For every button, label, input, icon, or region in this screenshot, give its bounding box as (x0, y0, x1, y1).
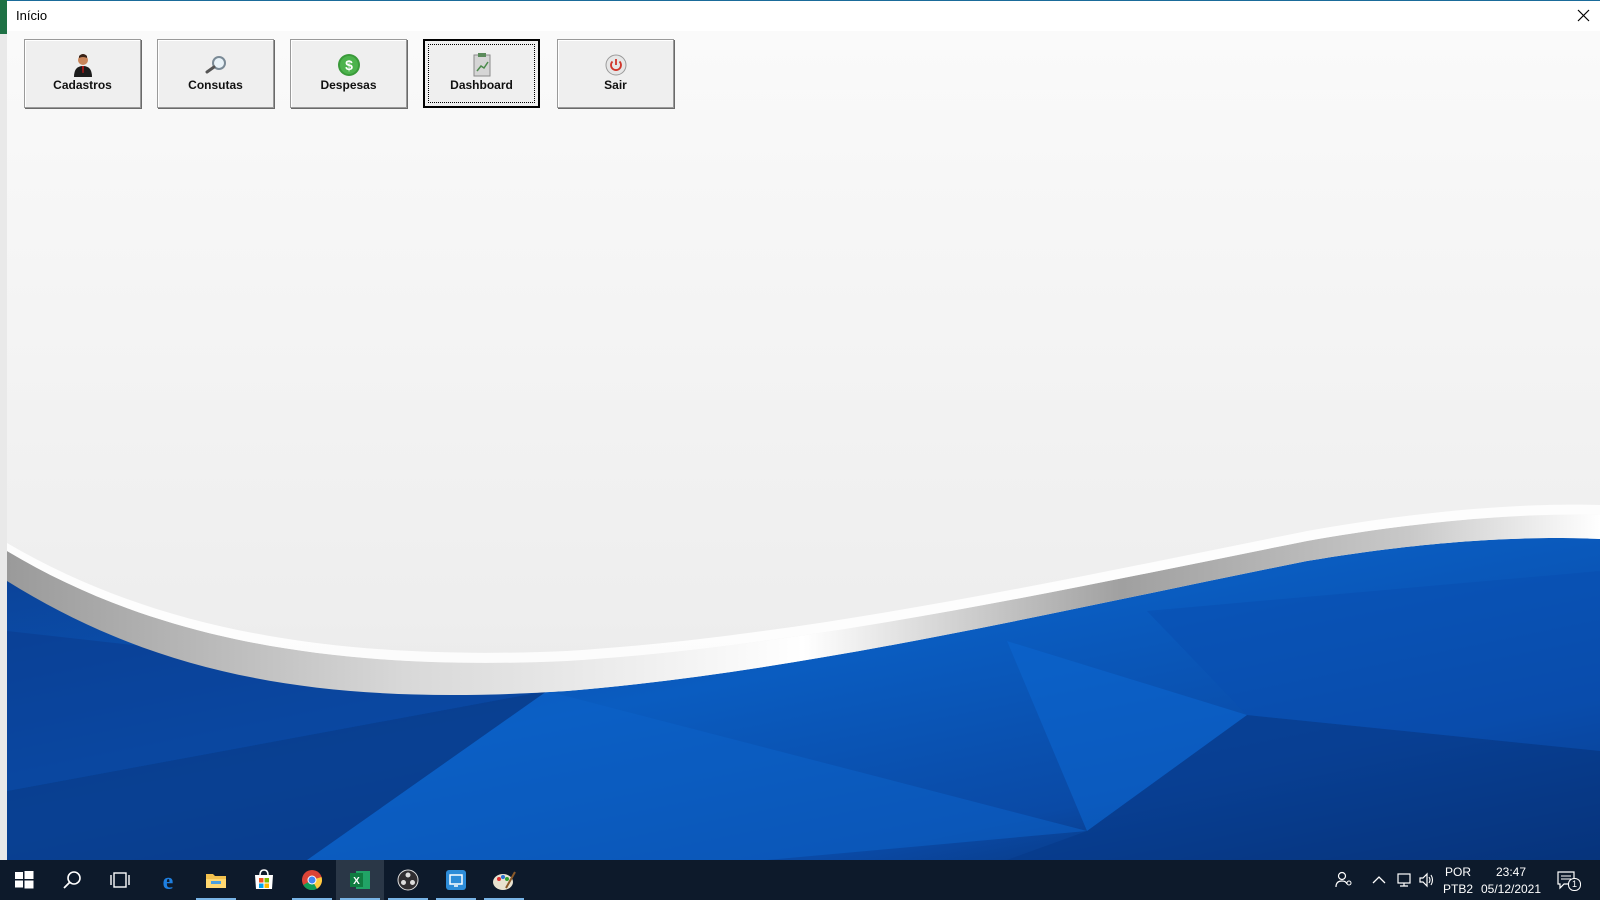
consultas-label: Consutas (188, 78, 243, 92)
taskbar-remote[interactable] (432, 860, 480, 900)
volume-icon[interactable] (1418, 872, 1436, 888)
dollar-coin-icon: $ (337, 54, 360, 76)
edge-icon: e (163, 869, 174, 892)
wave-background-image (7, 31, 1600, 860)
taskbar-paint[interactable] (480, 860, 528, 900)
action-center-button[interactable]: 1 (1556, 870, 1581, 891)
remote-icon (446, 870, 466, 890)
svg-text:X: X (353, 876, 360, 887)
svg-text:e: e (163, 869, 174, 892)
sair-button[interactable]: Sair (557, 39, 674, 108)
userform-window: Início Cadastros Consutas $ Despesas Das… (7, 0, 1600, 860)
clock-date[interactable]: 05/12/2021 (1478, 882, 1544, 896)
close-icon (1577, 9, 1590, 22)
obs-icon (397, 869, 419, 891)
paint-icon (493, 871, 516, 890)
chrome-icon (302, 870, 322, 891)
taskbar-obs[interactable] (384, 860, 432, 900)
clock-time[interactable]: 23:47 (1478, 865, 1544, 879)
power-icon (605, 54, 626, 76)
svg-text:$: $ (345, 57, 353, 73)
people-icon[interactable] (1335, 871, 1353, 889)
chevron-up-icon[interactable] (1372, 874, 1386, 886)
magnifier-icon (205, 56, 226, 74)
window-title: Início (16, 8, 48, 23)
keyboard-layout-indicator[interactable]: PTB2 (1440, 882, 1476, 896)
dashboard-button[interactable]: Dashboard (423, 39, 540, 108)
close-button[interactable] (1568, 1, 1600, 31)
dashboard-label: Dashboard (450, 78, 513, 92)
taskbar-excel[interactable]: X (336, 860, 384, 900)
title-bar: Início (7, 0, 1600, 31)
taskbar-edge[interactable]: e (144, 860, 192, 900)
taskbar-store[interactable] (240, 860, 288, 900)
form-background (7, 31, 1600, 860)
task-view-icon (110, 872, 130, 888)
user-icon (73, 54, 92, 77)
start-button[interactable] (0, 860, 48, 900)
excel-icon: X (350, 871, 370, 889)
notification-count: 1 (1568, 878, 1581, 891)
despesas-label: Despesas (320, 78, 377, 92)
consultas-button[interactable]: Consutas (157, 39, 274, 108)
network-icon[interactable] (1395, 872, 1413, 888)
search-icon (63, 871, 81, 889)
sair-label: Sair (604, 78, 627, 92)
taskbar-file-explorer[interactable] (192, 860, 240, 900)
file-explorer-icon (206, 874, 226, 888)
dashboard-clipboard-icon (473, 53, 490, 77)
taskbar-search-button[interactable] (48, 860, 96, 900)
windows-start-icon (15, 871, 34, 889)
taskbar: e X POR PTB2 23:47 05/12/2021 1 (0, 860, 1600, 900)
task-view-button[interactable] (96, 860, 144, 900)
store-icon (255, 869, 273, 889)
cadastros-button[interactable]: Cadastros (24, 39, 141, 108)
language-indicator[interactable]: POR (1440, 865, 1476, 879)
taskbar-chrome[interactable] (288, 860, 336, 900)
cadastros-label: Cadastros (53, 78, 112, 92)
excel-ribbon-edge (0, 0, 7, 34)
despesas-button[interactable]: $ Despesas (290, 39, 407, 108)
